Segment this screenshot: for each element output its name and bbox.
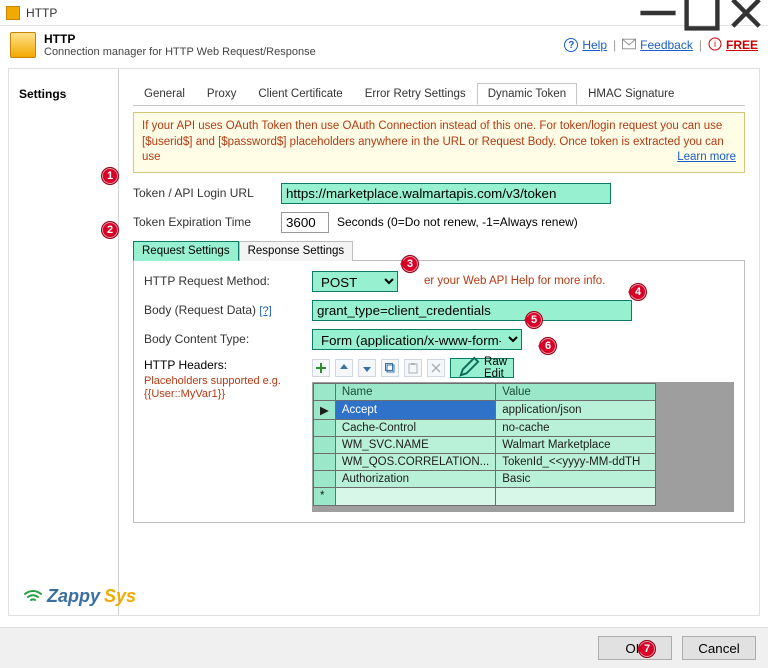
window-title: HTTP [26,6,57,20]
copy-button[interactable] [381,359,399,377]
cancel-button[interactable]: Cancel [682,636,756,660]
headers-toolbar: Raw Edit [312,358,734,378]
annotation-7: 7 [638,640,656,658]
http-method-hint: er your Web API Help for more info. [424,275,605,287]
row-body: Body (Request Data) [?] [144,300,734,321]
tab-proxy[interactable]: Proxy [196,83,247,105]
table-row-empty: * [314,487,656,505]
table-row: Authorization Basic [314,470,656,487]
row-token-url: Token / API Login URL [133,183,745,204]
http-method-label: HTTP Request Method: [144,274,304,288]
table-row: WM_SVC.NAME Walmart Marketplace [314,436,656,453]
headers-label: HTTP Headers: [144,358,304,372]
table-row: ▶ Accept application/json [314,400,656,419]
feedback-link[interactable]: Feedback [640,38,693,52]
headers-grid[interactable]: Name Value ▶ Accept application/json [312,382,734,512]
request-settings-pane: HTTP Request Method: POST er your Web AP… [133,260,745,523]
subtab-request[interactable]: Request Settings [133,241,239,261]
body-input[interactable] [312,300,632,321]
help-link[interactable]: Help [582,38,607,52]
move-up-button[interactable] [335,359,353,377]
subtabs: Request Settings Response Settings [133,241,745,261]
token-url-input[interactable] [281,183,611,204]
col-name: Name [335,383,495,400]
paste-button[interactable] [404,359,422,377]
close-button[interactable] [724,0,768,26]
wifi-icon [23,586,43,607]
move-down-button[interactable] [358,359,376,377]
token-exp-suffix: Seconds (0=Do not renew, -1=Always renew… [337,215,578,229]
maximize-button[interactable] [680,0,724,26]
body-help-link[interactable]: [?] [259,305,271,317]
tab-hmac-signature[interactable]: HMAC Signature [577,83,685,105]
tab-client-certificate[interactable]: Client Certificate [247,83,353,105]
row-content-type: Body Content Type: Form (application/x-w… [144,329,734,350]
body-label: Body (Request Data) [?] [144,303,304,317]
annotation-2: 2 [101,221,119,239]
subtab-response[interactable]: Response Settings [239,241,354,261]
annotation-6: 6 [539,337,557,355]
app-icon [6,6,20,20]
pencil-icon [457,356,480,379]
row-token-expiration: Token Expiration Time Seconds (0=Do not … [133,212,745,233]
annotation-1: 1 [101,167,119,185]
sidebar: Settings [9,69,119,615]
free-link[interactable]: FREE [726,38,758,52]
placeholder-note: Placeholders supported e.g. {{User::MyVa… [144,375,304,403]
oauth-warning: If your API uses OAuth Token then use OA… [133,112,745,173]
content-type-select[interactable]: Form (application/x-www-form-urlen [312,329,522,350]
table-row: Cache-Control no-cache [314,419,656,436]
header-links: ? Help | Feedback | i FREE [564,37,758,54]
delete-button[interactable] [427,359,445,377]
sidebar-item-settings[interactable]: Settings [9,83,118,105]
http-icon [10,32,36,58]
minimize-button[interactable] [636,0,680,26]
zappysys-logo: ZappySys [23,586,136,607]
annotation-4: 4 [629,283,647,301]
table-row: WM_QOS.CORRELATION... TokenId_<<yyyy-MM-… [314,453,656,470]
mail-icon [622,37,636,54]
token-exp-label: Token Expiration Time [133,215,273,229]
col-value: Value [496,383,656,400]
info-icon: i [708,37,722,54]
raw-edit-button[interactable]: Raw Edit [450,358,514,378]
header-subtitle: Connection manager for HTTP Web Request/… [44,46,316,58]
content-pane: General Proxy Client Certificate Error R… [119,69,759,615]
add-header-button[interactable] [312,359,330,377]
content-type-label: Body Content Type: [144,332,304,346]
svg-text:i: i [714,39,716,49]
annotation-5: 5 [525,311,543,329]
token-exp-input[interactable] [281,212,329,233]
header-title: HTTP [44,32,316,46]
tab-general[interactable]: General [133,83,196,105]
token-url-label: Token / API Login URL [133,186,273,200]
dialog-buttons: OK Cancel 7 [0,627,768,668]
oauth-warning-text: If your API uses OAuth Token then use OA… [142,120,724,163]
annotation-3: 3 [401,255,419,273]
tab-dynamic-token[interactable]: Dynamic Token [477,83,577,105]
tab-error-retry[interactable]: Error Retry Settings [354,83,477,105]
titlebar: HTTP [0,0,768,26]
http-method-select[interactable]: POST [312,271,398,292]
top-tabs: General Proxy Client Certificate Error R… [133,83,745,106]
help-icon: ? [564,38,578,52]
learn-more-link[interactable]: Learn more [677,150,736,166]
